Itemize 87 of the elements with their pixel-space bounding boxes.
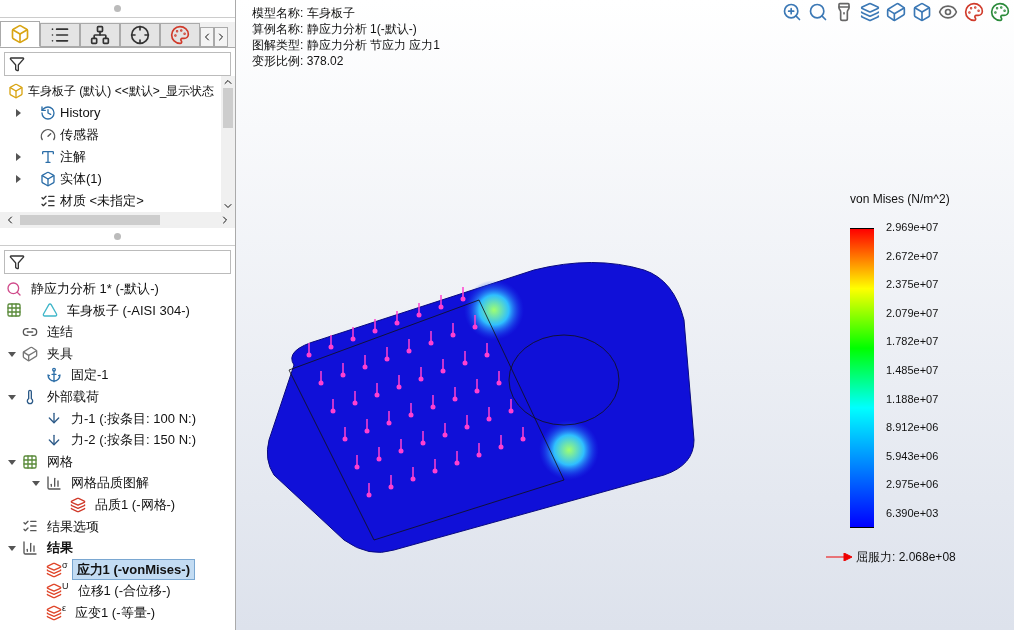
annotation-folder-icon	[40, 149, 56, 165]
tree-item[interactable]: 外部载荷	[42, 386, 104, 408]
display-style-icon[interactable]	[912, 2, 932, 22]
tree-item[interactable]: 位移1 (-合位移-)	[72, 580, 176, 602]
mesh-check-icon	[6, 302, 22, 319]
scale-label: 1.485e+07	[886, 362, 939, 377]
plot-folder-icon	[46, 475, 62, 492]
anchor-icon	[46, 367, 62, 384]
tree-item[interactable]: 力-2 (:按条目: 150 N:)	[66, 429, 201, 451]
scale-label: 1.188e+07	[886, 391, 939, 406]
filter-field[interactable]	[4, 52, 231, 76]
scale-label: 8.912e+06	[886, 420, 939, 435]
tree-item[interactable]: 实体(1)	[60, 169, 102, 189]
result-icon	[46, 561, 62, 578]
body-folder-icon	[40, 171, 56, 187]
filter-icon	[9, 56, 25, 72]
scale-label: 2.079e+07	[886, 305, 939, 320]
mesh-icon	[22, 453, 38, 470]
scale-label: 2.975e+06	[886, 477, 939, 492]
plot-info-text: 模型名称: 车身板子	[252, 5, 356, 21]
tree-item[interactable]: 力-1 (:按条目: 100 N:)	[66, 407, 201, 430]
part-tab-icon	[10, 24, 30, 44]
tree-item[interactable]: 结果选项	[42, 515, 104, 538]
tree-item[interactable]: 网格品质图解	[66, 472, 154, 494]
panel-tab[interactable]	[80, 23, 120, 47]
result-symbol: ε	[62, 601, 66, 615]
scrollbar-thumb[interactable]	[223, 88, 233, 128]
fixture-icon	[22, 345, 38, 362]
scrollbar-thumb[interactable]	[20, 215, 160, 225]
view-orientation-icon[interactable]	[886, 2, 906, 22]
filter-field[interactable]	[4, 250, 231, 274]
plot-info-text: 变形比例: 378.02	[252, 53, 345, 69]
scale-label: 2.672e+07	[886, 248, 939, 263]
scale-label: 1.782e+07	[886, 334, 939, 349]
list-tab-icon	[50, 25, 70, 45]
result-symbol: σ	[62, 558, 68, 572]
tree-item[interactable]: History	[60, 103, 101, 123]
zoom-area-icon[interactable]	[808, 2, 828, 22]
tree-item[interactable]: 品质1 (-网格-)	[90, 494, 181, 516]
legend-title: von Mises (N/m^2)	[850, 191, 951, 208]
tree-item[interactable]: 车身板子 (默认) <<默认>_显示状态	[28, 82, 215, 100]
result-icon	[46, 583, 62, 600]
appearance-tab-icon	[170, 25, 190, 45]
tree-item[interactable]: 传感器	[60, 125, 99, 145]
scroll-right-button[interactable]	[214, 27, 228, 47]
yield-strength-text: 屈服力: 2.068e+08	[856, 549, 956, 566]
eye-icon[interactable]	[938, 2, 958, 22]
tree-item[interactable]: 材质 <未指定>	[60, 191, 144, 211]
tree-item[interactable]: 应变1 (-等量-)	[70, 601, 161, 624]
tree-item[interactable]: 夹具	[42, 342, 78, 365]
sensor-folder-icon	[40, 127, 56, 143]
tree-item[interactable]: 结果	[42, 537, 78, 559]
plot-info-text: 算例名称: 静应力分析 1(-默认-)	[252, 21, 418, 37]
scale-label: 2.375e+07	[886, 277, 939, 292]
panel-tab[interactable]	[120, 23, 160, 47]
splitter-handle[interactable]	[114, 5, 121, 12]
appearance-icon[interactable]	[964, 2, 984, 22]
scale-label: 6.390e+03	[886, 505, 939, 520]
tree-item[interactable]: 注解	[60, 147, 86, 167]
tree-item[interactable]: 固定-1	[66, 364, 114, 386]
result-icon	[46, 604, 62, 621]
tree-item[interactable]: 连结	[42, 321, 78, 343]
panel-tab[interactable]	[40, 23, 80, 47]
scale-label: 2.969e+07	[886, 220, 939, 234]
tree-item[interactable]: 车身板子 (-AISI 304-)	[62, 299, 195, 322]
filter-icon	[9, 254, 25, 270]
history-folder-icon	[40, 105, 56, 121]
plot-folder-icon	[22, 539, 38, 556]
tree-item[interactable]: 网格	[42, 450, 78, 473]
result-symbol: U	[62, 580, 69, 594]
vertical-scrollbar[interactable]	[221, 76, 235, 212]
scale-label: 5.943e+06	[886, 448, 939, 463]
tree-item[interactable]: 静应力分析 1* (-默认-)	[26, 278, 164, 300]
zoom-to-fit-icon[interactable]	[782, 2, 802, 22]
target-tab-icon	[130, 25, 150, 45]
part-solid-icon	[42, 302, 58, 319]
scroll-left-button[interactable]	[200, 27, 214, 47]
part-icon	[8, 83, 24, 99]
config-tab-icon	[90, 25, 110, 45]
plot-info-text: 图解类型: 静应力分析 节应力 应力1	[252, 37, 440, 53]
splitter-handle[interactable]	[114, 233, 121, 240]
tree-item[interactable]: 应力1 (-vonMises-)	[71, 558, 195, 581]
material-icon	[40, 193, 56, 209]
horizontal-scrollbar[interactable]	[0, 212, 235, 228]
study-icon	[6, 280, 22, 297]
arrow-icon	[826, 553, 852, 561]
quality-icon	[70, 496, 86, 513]
